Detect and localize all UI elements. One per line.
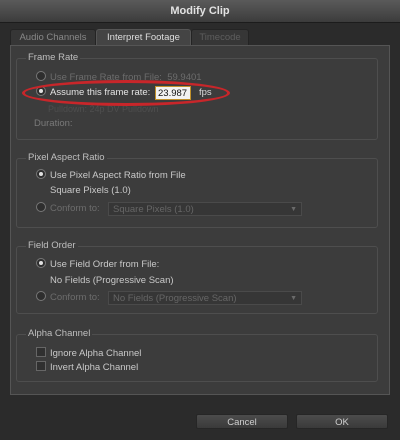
alpha-channel-title: Alpha Channel (26, 328, 93, 340)
par-conform-option[interactable]: Conform to: (36, 202, 100, 216)
radio-field-order-conform[interactable] (36, 291, 46, 301)
checkbox-ignore-alpha[interactable] (36, 347, 46, 357)
ok-button[interactable]: OK (296, 414, 388, 429)
file-frame-rate-value: 59.9401 (167, 72, 202, 83)
fps-unit-label: fps (199, 87, 212, 98)
tab-interpret-footage[interactable]: Interpret Footage (96, 29, 191, 45)
tab-audio-channels[interactable]: Audio Channels (10, 29, 96, 45)
use-field-order-from-file-option[interactable]: Use Field Order from File: (36, 258, 159, 272)
checkbox-invert-alpha[interactable] (36, 361, 46, 371)
invert-alpha-option[interactable]: Invert Alpha Channel (36, 361, 138, 375)
radio-use-field-order-from-file[interactable] (36, 258, 46, 268)
par-conform-dropdown[interactable]: Square Pixels (1.0) ▼ (108, 202, 302, 216)
radio-assume-frame-rate[interactable] (36, 86, 46, 96)
field-order-conform-option[interactable]: Conform to: (36, 291, 100, 305)
ignore-alpha-label: Ignore Alpha Channel (50, 348, 142, 359)
field-order-conform-dropdown[interactable]: No Fields (Progressive Scan) ▼ (108, 291, 302, 305)
use-frame-rate-from-file-label: Use Frame Rate from File: (50, 72, 162, 83)
field-order-file-value: No Fields (Progressive Scan) (50, 275, 174, 286)
par-conform-value: Square Pixels (1.0) (113, 204, 194, 215)
frame-rate-input[interactable] (155, 86, 191, 100)
frame-rate-title: Frame Rate (26, 52, 81, 64)
par-conform-label: Conform to: (50, 203, 100, 214)
window-title: Modify Clip (0, 0, 400, 23)
radio-use-par-from-file[interactable] (36, 169, 46, 179)
pulldown-info: Pulldown: 24p DV Pulldown (48, 104, 159, 114)
use-par-from-file-option[interactable]: Use Pixel Aspect Ratio from File (36, 169, 186, 183)
use-frame-rate-from-file-option[interactable]: Use Frame Rate from File: 59.9401 (36, 71, 202, 85)
pixel-aspect-ratio-title: Pixel Aspect Ratio (26, 152, 107, 164)
use-par-from-file-label: Use Pixel Aspect Ratio from File (50, 170, 186, 181)
par-file-value: Square Pixels (1.0) (50, 185, 131, 196)
field-order-conform-value: No Fields (Progressive Scan) (113, 293, 237, 304)
field-order-conform-label: Conform to: (50, 292, 100, 303)
field-order-title: Field Order (26, 240, 78, 252)
assume-frame-rate-label: Assume this frame rate: (50, 87, 151, 98)
radio-par-conform[interactable] (36, 202, 46, 212)
duration-label: Duration: (34, 118, 73, 129)
invert-alpha-label: Invert Alpha Channel (50, 362, 139, 373)
assume-frame-rate-option[interactable]: Assume this frame rate: (36, 86, 150, 100)
ignore-alpha-option[interactable]: Ignore Alpha Channel (36, 347, 141, 361)
chevron-down-icon: ▼ (290, 206, 297, 213)
cancel-button[interactable]: Cancel (196, 414, 288, 429)
use-field-order-from-file-label: Use Field Order from File: (50, 259, 160, 270)
tab-timecode[interactable]: Timecode (191, 29, 249, 45)
radio-use-frame-rate-from-file[interactable] (36, 71, 46, 81)
chevron-down-icon: ▼ (290, 295, 297, 302)
